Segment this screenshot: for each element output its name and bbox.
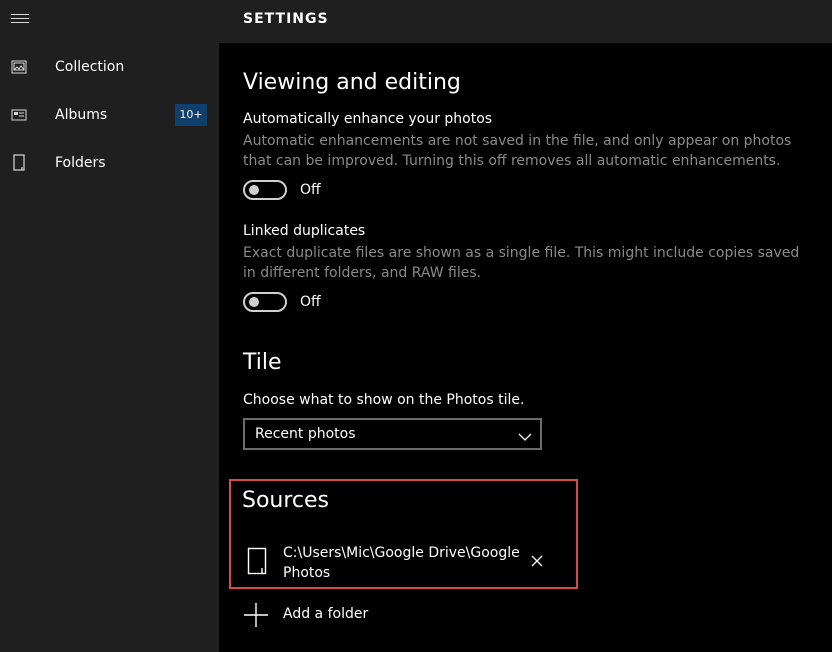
hamburger-icon xyxy=(11,14,29,24)
folder-icon xyxy=(10,154,28,172)
enhance-toggle[interactable] xyxy=(243,180,287,200)
sidebar: Collection Albums 10+ Folders xyxy=(0,0,219,652)
add-folder-label: Add a folder xyxy=(283,606,369,622)
plus-icon xyxy=(243,602,269,632)
remove-source-button[interactable] xyxy=(530,554,544,568)
header-bar: SETTINGS xyxy=(219,0,832,43)
sidebar-item-collection[interactable]: Collection xyxy=(0,45,219,89)
sidebar-item-albums[interactable]: Albums 10+ xyxy=(0,93,219,137)
section-title-sources: Sources xyxy=(242,488,330,513)
duplicates-toggle[interactable] xyxy=(243,292,287,312)
sources-highlight-box: Sources C:\Users\Mic\Google Drive\Google… xyxy=(229,479,578,589)
enhance-setting-name: Automatically enhance your photos xyxy=(243,111,493,127)
enhance-toggle-state: Off xyxy=(300,182,321,198)
duplicates-setting-name: Linked duplicates xyxy=(243,223,366,239)
photos-app: Collection Albums 10+ Folders SETTINGS V… xyxy=(0,0,832,652)
collection-icon xyxy=(10,58,28,76)
chevron-down-icon xyxy=(518,428,532,441)
close-icon xyxy=(531,555,543,567)
sidebar-item-label: Albums xyxy=(55,107,108,123)
hamburger-menu-button[interactable] xyxy=(0,0,40,38)
folder-icon xyxy=(247,547,267,579)
source-folder-path: C:\Users\Mic\Google Drive\Google Photos xyxy=(283,545,520,581)
sidebar-item-label: Collection xyxy=(55,59,125,75)
tile-dropdown[interactable]: Recent photos xyxy=(243,418,542,450)
albums-count-badge: 10+ xyxy=(175,104,207,126)
albums-icon xyxy=(10,106,28,124)
settings-panel: Viewing and editing Automatically enhanc… xyxy=(219,43,832,652)
page-title: SETTINGS xyxy=(243,11,329,27)
tile-dropdown-value: Recent photos xyxy=(255,426,356,442)
toggle-knob xyxy=(249,185,259,195)
toggle-knob xyxy=(249,297,259,307)
enhance-setting-description: Automatic enhancements are not saved in … xyxy=(243,133,792,169)
sidebar-item-folders[interactable]: Folders xyxy=(0,141,219,185)
section-title-viewing: Viewing and editing xyxy=(243,70,461,95)
duplicates-toggle-state: Off xyxy=(300,294,321,310)
tile-prompt: Choose what to show on the Photos tile. xyxy=(243,392,525,408)
add-folder-button[interactable]: Add a folder xyxy=(243,602,443,630)
section-title-tile: Tile xyxy=(243,350,282,375)
duplicates-setting-description: Exact duplicate files are shown as a sin… xyxy=(243,245,800,281)
sidebar-item-label: Folders xyxy=(55,155,106,171)
